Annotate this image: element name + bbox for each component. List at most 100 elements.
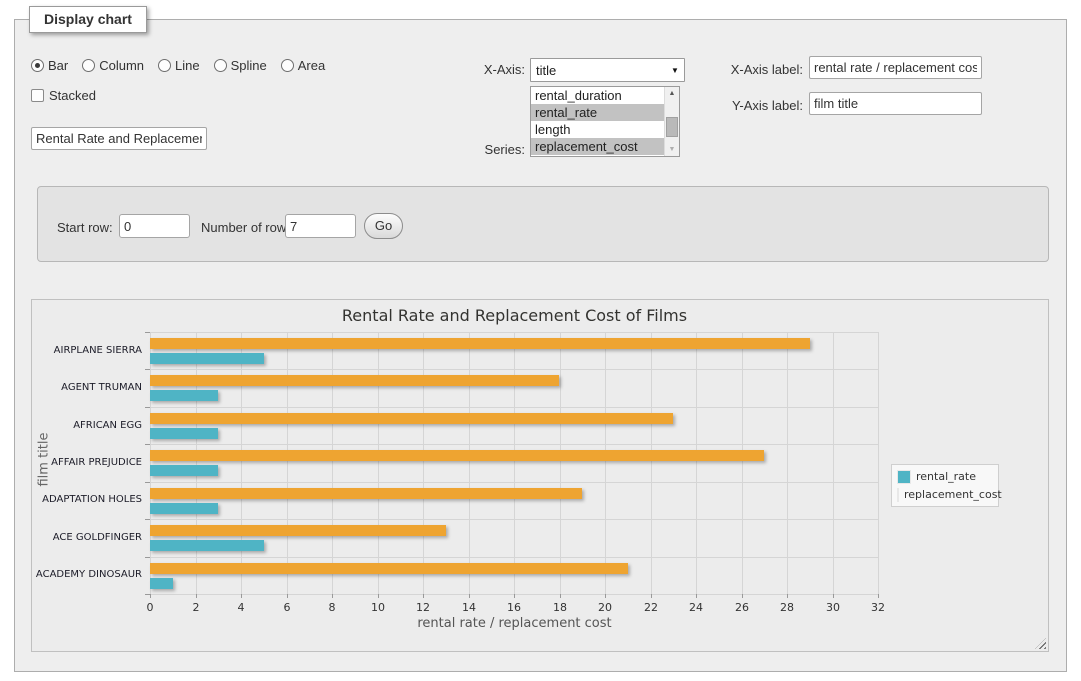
x-tick-label: 30 [818,601,848,614]
radio-area-icon[interactable] [281,59,294,72]
resize-handle-icon[interactable] [1035,638,1046,649]
radio-line-label: Line [175,58,200,73]
scrollbar-thumb[interactable] [666,117,678,137]
start-row-input[interactable] [119,214,190,238]
radio-column-label: Column [99,58,144,73]
gridline [469,332,470,594]
rental_rate-bar[interactable] [150,503,218,514]
series-select-label: Series: [425,142,525,157]
stacked-checkbox[interactable] [31,89,44,102]
gridline [378,332,379,594]
chart-legend: rental_rate replacement_cost [891,464,999,507]
radio-column[interactable]: Column [82,58,144,73]
gridline [150,369,878,370]
radio-area-label: Area [298,58,325,73]
chart-title-input[interactable] [31,127,207,150]
series-option-length[interactable]: length [531,121,664,138]
go-button[interactable]: Go [364,213,403,239]
gridline [514,332,515,594]
gridline [560,332,561,594]
radio-spline[interactable]: Spline [214,58,267,73]
scroll-down-icon[interactable]: ▼ [665,143,679,156]
page: Display chart Bar Column Line Spline Are… [0,0,1081,681]
x-axis-tick [287,594,288,598]
radio-spline-icon[interactable] [214,59,227,72]
radio-area[interactable]: Area [281,58,325,73]
category-label: AGENT TRUMAN [32,382,142,393]
rental_rate-bar[interactable] [150,465,218,476]
x-tick-label: 22 [636,601,666,614]
x-tick-label: 32 [863,601,893,614]
series-multiselect[interactable]: rental_duration rental_rate length repla… [530,86,680,157]
replacement_cost-bar[interactable] [150,413,673,424]
radio-bar-icon[interactable] [31,59,44,72]
radio-line[interactable]: Line [158,58,200,73]
replacement_cost-bar[interactable] [150,525,446,536]
legend-item-replacement-cost[interactable]: replacement_cost [898,488,992,501]
x-axis-tick [150,594,151,598]
x-tick-label: 24 [681,601,711,614]
series-option-replacement-cost[interactable]: replacement_cost [531,138,664,155]
replacement_cost-bar[interactable] [150,563,628,574]
x-axis-tick [196,594,197,598]
number-of-rows-input[interactable] [285,214,356,238]
chart-x-axis-title: rental rate / replacement cost [150,616,879,631]
gridline [150,332,878,333]
x-tick-label: 0 [135,601,165,614]
x-tick-label: 12 [408,601,438,614]
x-tick-label: 18 [545,601,575,614]
series-option-rental-rate[interactable]: rental_rate [531,104,664,121]
replacement_cost-bar[interactable] [150,375,559,386]
gridline [742,332,743,594]
chart-type-radio-group: Bar Column Line Spline Area [31,58,325,73]
legend-label-rental-rate: rental_rate [916,470,976,483]
gridline [150,482,878,483]
x-tick-label: 10 [363,601,393,614]
fieldset-legend: Display chart [29,6,147,33]
replacement_cost-bar[interactable] [150,450,764,461]
radio-column-icon[interactable] [82,59,95,72]
stacked-checkbox-row[interactable]: Stacked [31,88,96,103]
rental_rate-bar[interactable] [150,428,218,439]
rental_rate-bar[interactable] [150,353,264,364]
x-axis-tick [651,594,652,598]
gridline [150,332,151,594]
x-axis-tick [423,594,424,598]
x-tick-label: 28 [772,601,802,614]
x-axis-tick [378,594,379,598]
x-tick-label: 14 [454,601,484,614]
y-axis-tick [145,332,150,333]
legend-item-rental-rate[interactable]: rental_rate [898,470,992,483]
gridline [150,519,878,520]
radio-bar[interactable]: Bar [31,58,68,73]
rental_rate-bar[interactable] [150,540,264,551]
x-axis-tick [605,594,606,598]
chart-panel: Rental Rate and Replacement Cost of Film… [31,299,1049,652]
category-label: AFFAIR PREJUDICE [32,457,142,468]
rental_rate-bar[interactable] [150,578,173,589]
x-axis-select[interactable]: title ▼ [530,58,685,82]
scroll-up-icon[interactable]: ▲ [665,87,679,100]
gridline [878,332,879,594]
x-axis-tick [787,594,788,598]
dropdown-arrow-icon[interactable]: ▼ [666,66,684,75]
series-scrollbar[interactable]: ▲ ▼ [664,87,679,156]
replacement_cost-bar[interactable] [150,338,810,349]
gridline [150,444,878,445]
y-axis-tick [145,407,150,408]
x-axis-tick [514,594,515,598]
start-row-label: Start row: [57,220,113,235]
rental_rate-bar[interactable] [150,390,218,401]
x-axis-label-input[interactable] [809,56,982,79]
category-label: ADAPTATION HOLES [32,494,142,505]
series-option-rental-duration[interactable]: rental_duration [531,87,664,104]
y-axis-tick [145,594,150,595]
legend-label-replacement-cost: replacement_cost [904,488,1002,501]
replacement_cost-bar[interactable] [150,488,582,499]
y-axis-label-input[interactable] [809,92,982,115]
radio-line-icon[interactable] [158,59,171,72]
y-axis-label-caption: Y-Axis label: [703,98,803,113]
gridline [651,332,652,594]
series-options: rental_duration rental_rate length repla… [531,87,664,156]
row-range-panel: Start row: Number of rows: Go [37,186,1049,262]
